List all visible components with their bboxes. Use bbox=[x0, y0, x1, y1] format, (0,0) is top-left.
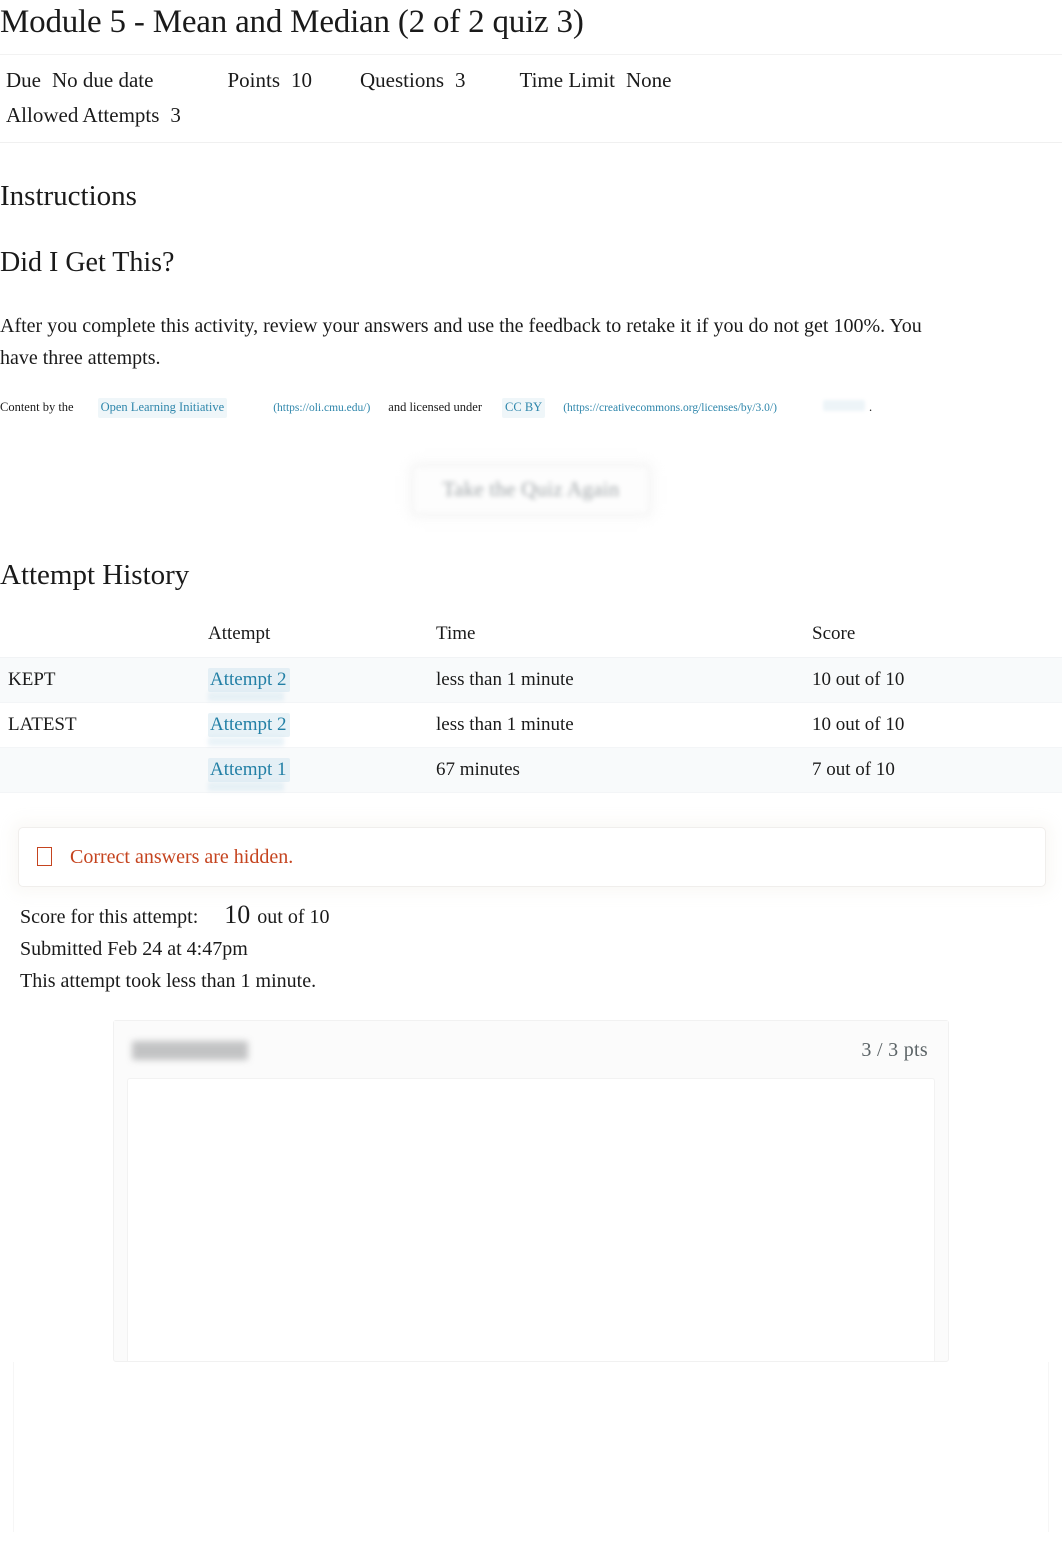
row-flag bbox=[0, 747, 208, 793]
row-score: 10 out of 10 bbox=[812, 657, 1062, 703]
question-card: 3 / 3 pts bbox=[113, 1019, 949, 1362]
page-title: Module 5 - Mean and Median (2 of 2 quiz … bbox=[0, 4, 584, 40]
row-score: 7 out of 10 bbox=[812, 747, 1062, 793]
questions-label: Questions bbox=[360, 67, 444, 92]
points-label: Points bbox=[227, 67, 280, 92]
score-line: Score for this attempt: 10 out of 10 bbox=[20, 901, 1062, 933]
row-flag: KEPT bbox=[0, 657, 208, 703]
question-label-redacted bbox=[132, 1040, 248, 1060]
quiz-meta-row-secondary: Allowed Attempts 3 bbox=[0, 98, 1062, 133]
question-points: 3 / 3 pts bbox=[861, 1038, 928, 1061]
allowed-attempts-label: Allowed Attempts bbox=[6, 102, 160, 127]
allowed-attempts-value: 3 bbox=[170, 102, 181, 127]
score-suffix: out of 10 bbox=[257, 905, 330, 928]
attribution-prefix: Content by the bbox=[0, 400, 74, 415]
attempt-history-header: Attempt Time Score bbox=[0, 618, 1062, 658]
attempt-link[interactable]: Attempt 1 bbox=[208, 757, 290, 782]
row-time: less than 1 minute bbox=[436, 657, 812, 703]
row-attempt-cell: Attempt 1 bbox=[208, 747, 436, 793]
attempt-link[interactable]: Attempt 2 bbox=[208, 712, 290, 737]
question-card-header: 3 / 3 pts bbox=[114, 1020, 948, 1078]
due-label: Due bbox=[6, 67, 41, 92]
attribution-middle: and licensed under bbox=[388, 400, 483, 415]
instructions-heading: Instructions bbox=[0, 180, 137, 213]
points-value: 10 bbox=[291, 67, 312, 92]
attribution-line: Content by the Open Learning Initiative … bbox=[0, 398, 1062, 418]
row-time: 67 minutes bbox=[436, 747, 812, 793]
alert-message: Correct answers are hidden. bbox=[70, 845, 294, 868]
attribution-suffix: . bbox=[868, 400, 873, 415]
instructions-paragraph: After you complete this activity, review… bbox=[0, 314, 922, 369]
oli-link[interactable]: Open Learning Initiative bbox=[97, 398, 228, 418]
duration-line: This attempt took less than 1 minute. bbox=[20, 970, 317, 993]
table-row: Attempt 1 67 minutes 7 out of 10 bbox=[0, 747, 1062, 793]
take-quiz-again-label: Take the Quiz Again bbox=[442, 477, 620, 502]
column-header-score: Score bbox=[812, 618, 1062, 658]
warning-icon bbox=[37, 847, 52, 867]
attempt-history-heading: Attempt History bbox=[0, 558, 190, 591]
cc-by-url: (https://creativecommons.org/licenses/by… bbox=[563, 402, 777, 415]
row-time: less than 1 minute bbox=[436, 702, 812, 748]
table-header-row: Attempt Time Score bbox=[0, 618, 1062, 658]
oli-url: (https://oli.cmu.edu/) bbox=[273, 402, 371, 415]
quiz-meta-band: Due No due date Points 10 Questions 3 Ti… bbox=[0, 53, 1062, 144]
column-header-attempt: Attempt bbox=[208, 618, 436, 658]
column-header-flag bbox=[0, 618, 208, 658]
row-attempt-cell: Attempt 2 bbox=[208, 657, 436, 703]
attempt-link[interactable]: Attempt 2 bbox=[208, 667, 290, 692]
quiz-page: Module 5 - Mean and Median (2 of 2 quiz … bbox=[0, 0, 1062, 1532]
time-limit-label: Time Limit bbox=[519, 67, 616, 92]
questions-value: 3 bbox=[455, 67, 466, 92]
time-limit-value: None bbox=[626, 67, 672, 92]
alert-wrapper: Correct answers are hidden. bbox=[0, 826, 1062, 887]
attempt-summary: Score for this attempt: 10 out of 10 Sub… bbox=[0, 901, 1062, 998]
submitted-line: Submitted Feb 24 at 4:47pm bbox=[20, 938, 248, 961]
column-header-time: Time bbox=[436, 618, 812, 658]
row-attempt-cell: Attempt 2 bbox=[208, 702, 436, 748]
redacted-attribution-tail bbox=[822, 400, 865, 412]
score-label: Score for this attempt: bbox=[20, 905, 199, 928]
correct-answers-hidden-alert: Correct answers are hidden. bbox=[18, 826, 1046, 887]
table-row: KEPT Attempt 2 less than 1 minute 10 out… bbox=[0, 657, 1062, 703]
quiz-meta-row-primary: Due No due date Points 10 Questions 3 Ti… bbox=[0, 63, 1062, 98]
attempt-history-body: KEPT Attempt 2 less than 1 minute 10 out… bbox=[0, 657, 1062, 793]
take-quiz-again-button[interactable]: Take the Quiz Again bbox=[407, 458, 655, 522]
take-quiz-again-wrapper: Take the Quiz Again bbox=[0, 458, 1062, 522]
question-body-continuation bbox=[13, 1361, 1049, 1532]
attempt-history-table: Attempt Time Score KEPT Attempt 2 less t… bbox=[0, 618, 1062, 793]
instructions-subheading: Did I Get This? bbox=[0, 247, 175, 279]
row-score: 10 out of 10 bbox=[812, 702, 1062, 748]
cc-by-link[interactable]: CC BY bbox=[502, 398, 546, 418]
score-value: 10 bbox=[224, 899, 251, 929]
question-body bbox=[127, 1077, 935, 1361]
row-flag: LATEST bbox=[0, 702, 208, 748]
due-value: No due date bbox=[52, 67, 154, 92]
table-row: LATEST Attempt 2 less than 1 minute 10 o… bbox=[0, 702, 1062, 748]
